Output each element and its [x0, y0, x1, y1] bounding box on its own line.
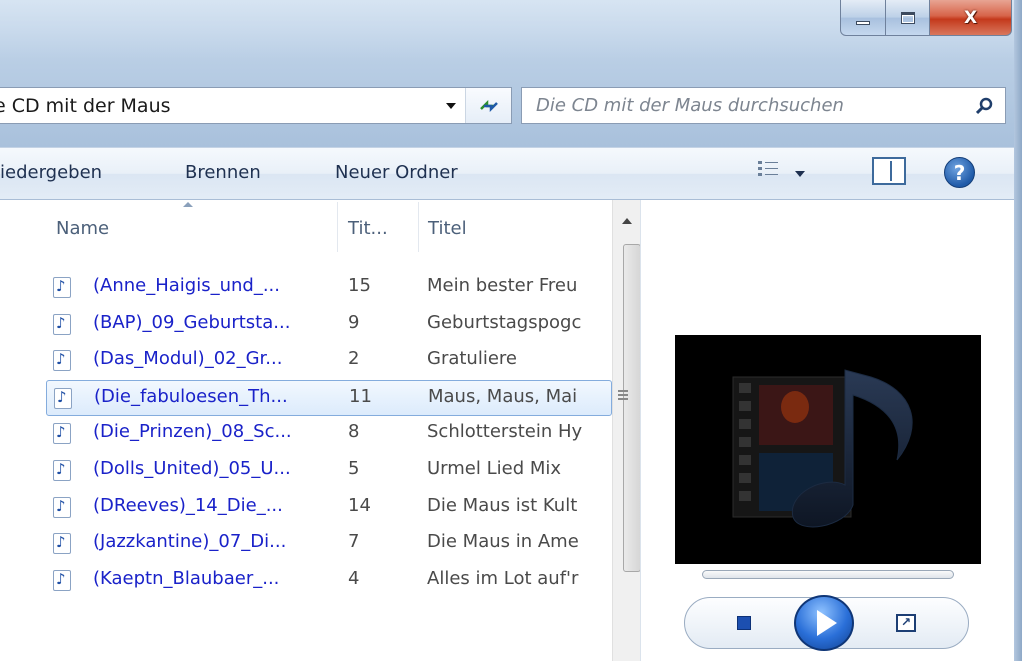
address-bar[interactable]: e CD mit der Maus — [0, 87, 512, 124]
search-input[interactable]: Die CD mit der Maus durchsuchen — [522, 95, 965, 116]
audio-file-icon — [53, 569, 71, 591]
preview-pane-toggle-icon[interactable] — [872, 157, 906, 185]
track-title: Maus, Maus, Mai — [428, 385, 578, 407]
scroll-up-arrow-icon[interactable] — [613, 212, 641, 230]
window-border — [1014, 0, 1022, 661]
audio-file-icon — [53, 350, 71, 372]
file-name[interactable]: (Das_Modul)_02_Gr... — [93, 348, 282, 369]
audio-file-icon — [53, 423, 71, 445]
track-number: 8 — [348, 421, 360, 443]
track-title: Die Maus ist Kult — [427, 494, 578, 516]
track-number: 15 — [348, 275, 371, 296]
column-divider[interactable] — [337, 202, 338, 252]
file-row[interactable]: (Kaeptn_Blaubaer_... 4 Alles im Lot auf'r — [46, 563, 612, 599]
file-row[interactable]: (Das_Modul)_02_Gr... 2 Gratuliere — [46, 343, 612, 379]
audio-file-icon — [53, 496, 71, 518]
track-number: 11 — [349, 385, 372, 407]
file-row[interactable]: (DReeves)_14_Die_... 14 Die Maus ist Kult — [46, 490, 612, 526]
track-number: 9 — [348, 311, 360, 333]
seek-bar[interactable] — [702, 570, 954, 579]
file-row[interactable]: (BAP)_09_Geburtsta... 9 Geburtstagspogc — [46, 307, 612, 343]
caption-buttons: X — [840, 0, 1012, 40]
stop-icon[interactable] — [737, 616, 751, 630]
track-number: 14 — [348, 494, 371, 516]
minimize-icon — [856, 20, 870, 25]
file-name[interactable]: (BAP)_09_Geburtsta... — [93, 312, 290, 333]
audio-file-icon — [53, 533, 71, 555]
track-title: Die Maus in Ame — [427, 531, 579, 553]
audio-file-icon — [54, 387, 72, 409]
file-name[interactable]: (Kaeptn_Blaubaer_... — [93, 568, 279, 589]
play-icon[interactable] — [794, 595, 854, 651]
chevron-down-icon — [446, 102, 456, 109]
address-history-dropdown[interactable] — [437, 88, 465, 123]
column-divider[interactable] — [418, 202, 419, 252]
sort-ascending-icon — [183, 202, 193, 207]
scroll-grip-icon — [618, 390, 628, 402]
track-number: 7 — [348, 531, 360, 553]
track-title: Alles im Lot auf'r — [427, 567, 579, 589]
chevron-down-icon — [795, 171, 805, 177]
burn-button[interactable]: Brennen — [185, 162, 261, 183]
audio-file-icon — [53, 460, 71, 481]
minimize-button[interactable] — [840, 0, 886, 36]
track-title: Mein bester Freu — [427, 275, 578, 296]
file-row[interactable]: (Jazzkantine)_07_Di... 7 Die Maus in Ame — [46, 526, 612, 562]
refresh-icon — [479, 99, 498, 112]
view-dropdown[interactable] — [795, 166, 805, 180]
column-header-track[interactable]: Tit... — [348, 218, 388, 239]
switch-to-player-icon[interactable]: ↗ — [896, 614, 916, 632]
file-row[interactable]: (Anne_Haigis_und_... 15 Mein bester Freu — [46, 270, 612, 306]
media-preview — [675, 335, 981, 564]
vertical-scrollbar[interactable] — [612, 200, 641, 661]
track-number: 4 — [348, 567, 360, 589]
file-name[interactable]: (Dolls_United)_05_U... — [93, 458, 291, 479]
file-row[interactable]: (Die_Prinzen)_08_Sc... 8 Schlotterstein Hy — [46, 416, 612, 452]
file-name[interactable]: (Anne_Haigis_und_... — [93, 275, 280, 296]
track-number: 2 — [348, 348, 360, 370]
maximize-button[interactable] — [886, 0, 930, 36]
column-header-title[interactable]: Titel — [428, 218, 467, 239]
track-title: Geburtstagspogc — [427, 311, 582, 333]
explorer-window: X e CD mit der Maus Die CD mit der Maus … — [0, 0, 1022, 661]
file-name[interactable]: (DReeves)_14_Die_... — [93, 495, 283, 516]
new-folder-button[interactable]: Neuer Ordner — [335, 162, 458, 183]
search-icon[interactable] — [965, 97, 1005, 115]
track-title: Urmel Lied Mix — [427, 458, 562, 479]
track-title: Schlotterstein Hy — [427, 421, 583, 443]
file-name[interactable]: (Die_Prinzen)_08_Sc... — [93, 421, 292, 442]
refresh-button[interactable] — [465, 88, 511, 123]
file-row[interactable]: (Dolls_United)_05_U... 5 Urmel Lied Mix — [46, 453, 612, 489]
search-box[interactable]: Die CD mit der Maus durchsuchen — [521, 87, 1006, 124]
close-button[interactable]: X — [930, 0, 1012, 36]
file-row[interactable]: (Die_fabuloesen_Th... 11 Maus, Maus, Mai — [46, 379, 612, 416]
command-bar — [0, 147, 1014, 200]
play-all-button[interactable]: iedergeben — [0, 162, 102, 183]
media-file-icon — [732, 369, 913, 528]
column-header-name[interactable]: Name — [56, 218, 109, 239]
help-icon[interactable]: ? — [944, 157, 975, 188]
file-name[interactable]: (Die_fabuloesen_Th... — [94, 386, 288, 407]
file-name[interactable]: (Jazzkantine)_07_Di... — [93, 531, 286, 552]
close-icon: X — [963, 7, 978, 28]
maximize-icon — [900, 11, 915, 24]
scroll-thumb[interactable] — [623, 244, 641, 572]
audio-file-icon — [53, 313, 71, 335]
track-number: 5 — [348, 458, 360, 479]
address-path[interactable]: e CD mit der Maus — [0, 95, 437, 117]
track-title: Gratuliere — [427, 348, 517, 370]
view-options-icon[interactable] — [757, 160, 779, 182]
audio-file-icon — [53, 277, 71, 298]
